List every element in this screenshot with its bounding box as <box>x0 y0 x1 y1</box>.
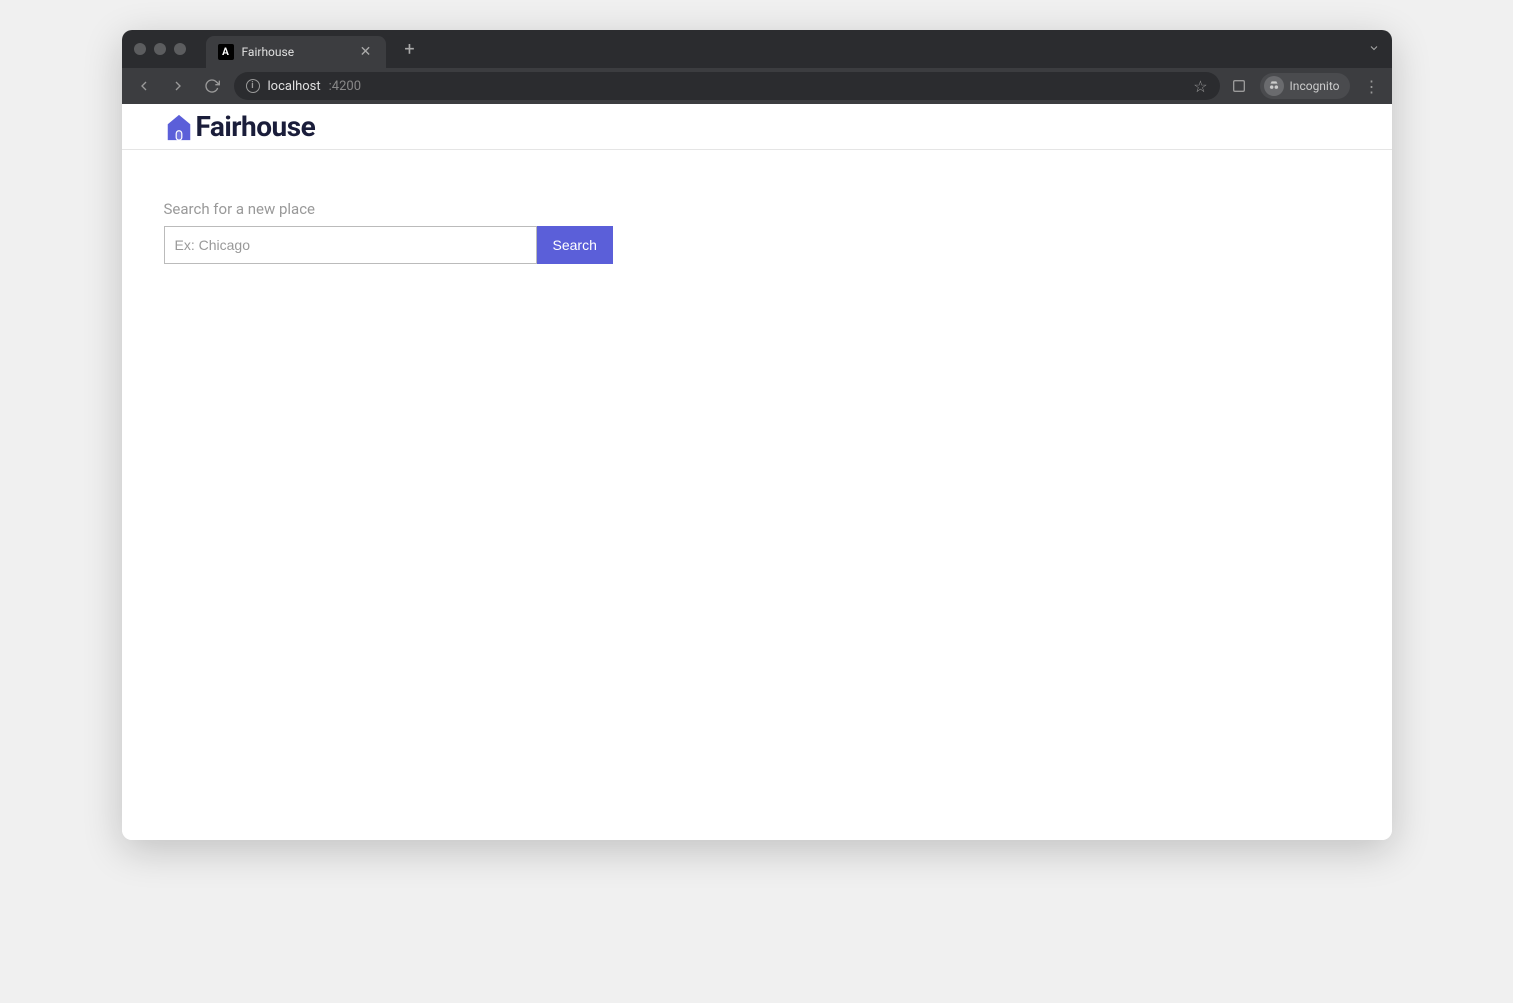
incognito-label: Incognito <box>1290 79 1340 93</box>
url-host: localhost <box>268 79 321 94</box>
forward-button[interactable] <box>166 74 190 98</box>
bookmark-star-icon[interactable]: ☆ <box>1193 77 1207 96</box>
tab-close-icon[interactable]: ✕ <box>358 44 374 60</box>
reload-button[interactable] <box>200 74 224 98</box>
site-info-icon[interactable]: i <box>246 79 260 93</box>
browser-tab[interactable]: A Fairhouse ✕ <box>206 36 386 68</box>
browser-titlebar: A Fairhouse ✕ + <box>122 30 1392 68</box>
search-section: Search for a new place Search <box>122 150 1392 314</box>
address-bar[interactable]: i localhost :4200 ☆ <box>234 72 1220 100</box>
fairhouse-logo-icon <box>164 112 194 142</box>
browser-toolbar: i localhost :4200 ☆ Incognito ⋮ <box>122 68 1392 104</box>
back-button[interactable] <box>132 74 156 98</box>
tabs-dropdown-icon[interactable] <box>1368 42 1380 57</box>
search-input[interactable] <box>164 226 537 264</box>
app-header: Fairhouse <box>122 104 1392 150</box>
tab-favicon: A <box>218 44 234 60</box>
page-content: Fairhouse Search for a new place Search <box>122 104 1392 840</box>
window-minimize-button[interactable] <box>154 43 166 55</box>
new-tab-button[interactable]: + <box>398 37 422 61</box>
incognito-badge[interactable]: Incognito <box>1260 73 1350 99</box>
incognito-icon <box>1264 76 1284 96</box>
search-label: Search for a new place <box>164 200 1350 218</box>
window-close-button[interactable] <box>134 43 146 55</box>
search-button[interactable]: Search <box>537 226 613 264</box>
toolbar-right: Incognito ⋮ <box>1230 73 1382 99</box>
browser-menu-icon[interactable]: ⋮ <box>1362 77 1382 96</box>
extensions-icon[interactable] <box>1230 77 1248 95</box>
search-row: Search <box>164 226 1350 264</box>
browser-window: A Fairhouse ✕ + i localhost :4200 ☆ <box>122 30 1392 840</box>
window-controls <box>134 43 186 55</box>
tab-title: Fairhouse <box>242 45 350 59</box>
url-port: :4200 <box>329 79 361 94</box>
window-maximize-button[interactable] <box>174 43 186 55</box>
brand-name: Fairhouse <box>196 110 316 143</box>
